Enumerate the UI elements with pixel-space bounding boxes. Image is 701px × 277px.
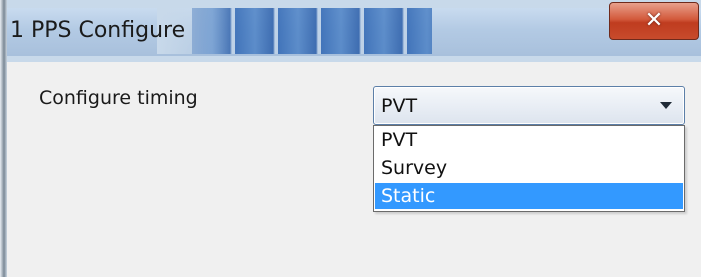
dialog-window: 1 PPS Configure ✕ Configure timing PVT P… [7, 0, 701, 277]
configure-timing-label: Configure timing [39, 87, 198, 109]
dropdown-option-static[interactable]: Static [375, 183, 683, 209]
configure-timing-dropdown-list: PVT Survey Static [373, 125, 685, 212]
configure-timing-selected-value: PVT [381, 95, 418, 117]
window-title: 1 PPS Configure [10, 18, 186, 43]
close-button[interactable]: ✕ [609, 2, 699, 40]
window-left-edge [0, 0, 7, 277]
dropdown-option-pvt[interactable]: PVT [375, 127, 683, 153]
title-bar[interactable]: 1 PPS Configure ✕ [7, 0, 701, 62]
dropdown-option-survey[interactable]: Survey [375, 155, 683, 181]
dialog-content: Configure timing PVT PVT Survey Static [7, 62, 701, 277]
close-icon: ✕ [644, 8, 664, 33]
chevron-down-icon[interactable] [660, 102, 672, 109]
configure-timing-select[interactable]: PVT [373, 86, 685, 125]
